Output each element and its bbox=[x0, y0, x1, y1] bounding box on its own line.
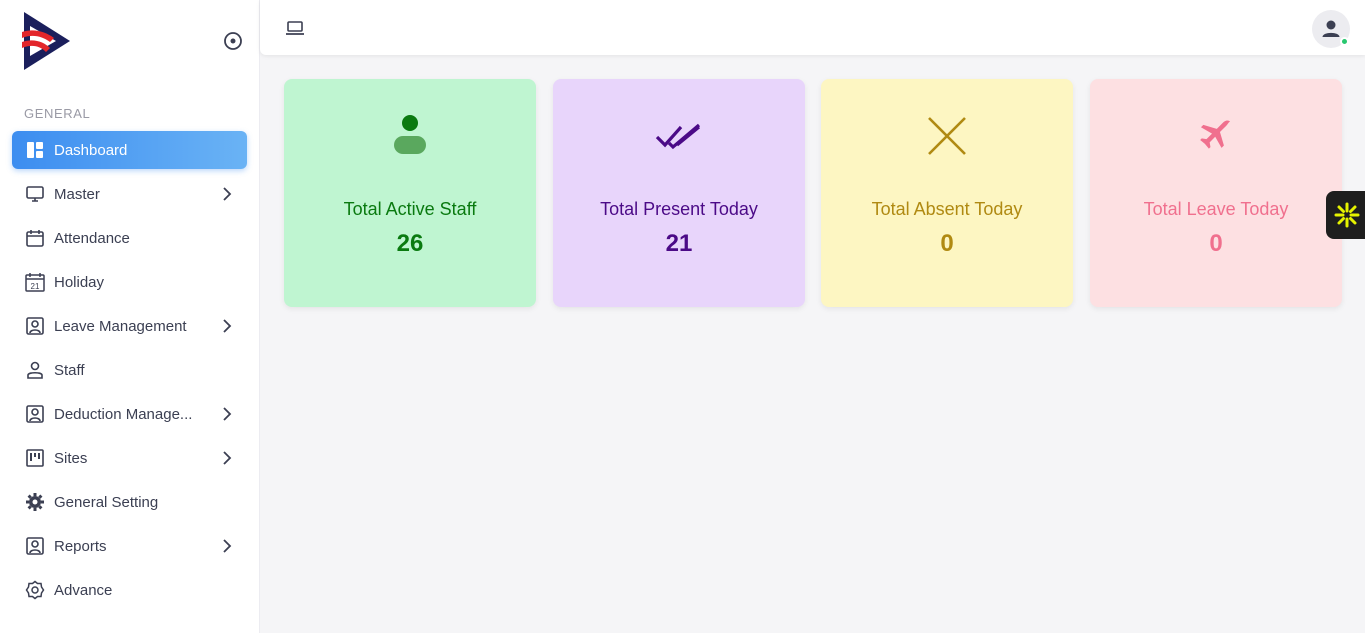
sidebar-collapse-button[interactable] bbox=[222, 30, 244, 52]
person-icon bbox=[385, 111, 435, 161]
chevron-right-icon bbox=[219, 538, 235, 554]
dashboard-icon bbox=[24, 139, 46, 161]
card-total-active-staff[interactable]: Total Active Staff 26 bbox=[284, 79, 536, 307]
top-navbar bbox=[260, 0, 1365, 55]
sidebar-item-leave-management[interactable]: Leave Management bbox=[12, 307, 247, 345]
chevron-right-icon bbox=[219, 318, 235, 334]
card-value: 26 bbox=[396, 230, 424, 257]
airplane-icon bbox=[1191, 111, 1241, 161]
sidebar-item-attendance[interactable]: Attendance bbox=[12, 219, 247, 257]
sidebar-item-label: Master bbox=[54, 185, 100, 203]
card-total-present-today[interactable]: Total Present Today 21 bbox=[553, 79, 805, 307]
sidebar-item-label: Reports bbox=[54, 537, 107, 555]
card-value: 0 bbox=[1209, 230, 1223, 257]
sidebar-item-label: Attendance bbox=[54, 229, 130, 247]
calendar-icon bbox=[24, 227, 46, 249]
gear-icon bbox=[24, 491, 46, 513]
online-status-dot bbox=[1340, 37, 1349, 46]
user-badge-icon bbox=[24, 535, 46, 557]
radio-circle-icon bbox=[224, 32, 242, 50]
settings-badge-icon bbox=[24, 579, 46, 601]
monitor-icon bbox=[24, 183, 46, 205]
sidebar-item-label: Deduction Manage... bbox=[54, 405, 193, 423]
sidebar-item-label: Advance bbox=[54, 581, 113, 599]
sparkle-icon bbox=[1334, 202, 1360, 228]
user-icon bbox=[1322, 20, 1340, 37]
card-title: Total Leave Today bbox=[1143, 199, 1289, 219]
card-total-leave-today[interactable]: Total Leave Today 0 bbox=[1090, 79, 1342, 307]
chevron-right-icon bbox=[219, 186, 235, 202]
sidebar-item-general-setting[interactable]: General Setting bbox=[12, 483, 247, 521]
sidebar-item-label: Leave Management bbox=[54, 317, 187, 335]
person-icon bbox=[24, 359, 46, 381]
user-badge-icon bbox=[24, 403, 46, 425]
sidebar-item-holiday[interactable]: 21 Holiday bbox=[12, 263, 247, 301]
user-badge-icon bbox=[24, 315, 46, 337]
sidebar-item-label: Dashboard bbox=[54, 141, 128, 159]
sidebar-item-label: Staff bbox=[54, 361, 85, 379]
sidebar-item-deduction-management[interactable]: Deduction Manage... bbox=[12, 395, 247, 433]
brand-logo[interactable] bbox=[20, 10, 74, 72]
chevron-right-icon bbox=[219, 406, 235, 422]
card-title: Total Active Staff bbox=[343, 199, 477, 219]
sidebar-item-label: Holiday bbox=[54, 273, 105, 291]
card-value: 0 bbox=[940, 230, 954, 257]
sidebar-item-advance[interactable]: Advance bbox=[12, 571, 247, 609]
sidebar-item-sites[interactable]: Sites bbox=[12, 439, 247, 477]
laptop-icon bbox=[286, 21, 304, 35]
sidebar-menu: Dashboard Master Attendance 21 Holiday L… bbox=[12, 131, 247, 615]
sidebar-item-staff[interactable]: Staff bbox=[12, 351, 247, 389]
sidebar-item-master[interactable]: Master bbox=[12, 175, 247, 213]
chevron-right-icon bbox=[219, 450, 235, 466]
user-avatar[interactable] bbox=[1312, 10, 1350, 48]
cross-icon bbox=[922, 111, 972, 161]
floating-widget-button[interactable] bbox=[1326, 191, 1365, 239]
card-title: Total Present Today bbox=[600, 199, 758, 219]
sidebar-item-label: General Setting bbox=[54, 493, 159, 511]
section-label-general: GENERAL bbox=[24, 106, 91, 121]
calendar-date-icon: 21 bbox=[24, 271, 46, 293]
double-check-icon bbox=[654, 111, 704, 161]
card-value: 21 bbox=[665, 230, 693, 257]
sidebar: GENERAL Dashboard Master Attendance 21 H… bbox=[0, 0, 260, 633]
sidebar-item-reports[interactable]: Reports bbox=[12, 527, 247, 565]
sidebar-item-dashboard[interactable]: Dashboard bbox=[12, 131, 247, 169]
board-icon bbox=[24, 447, 46, 469]
sidebar-item-label: Sites bbox=[54, 449, 88, 467]
svg-text:21: 21 bbox=[31, 282, 40, 291]
card-title: Total Absent Today bbox=[871, 199, 1023, 219]
laptop-button[interactable] bbox=[284, 17, 306, 39]
card-total-absent-today[interactable]: Total Absent Today 0 bbox=[821, 79, 1073, 307]
